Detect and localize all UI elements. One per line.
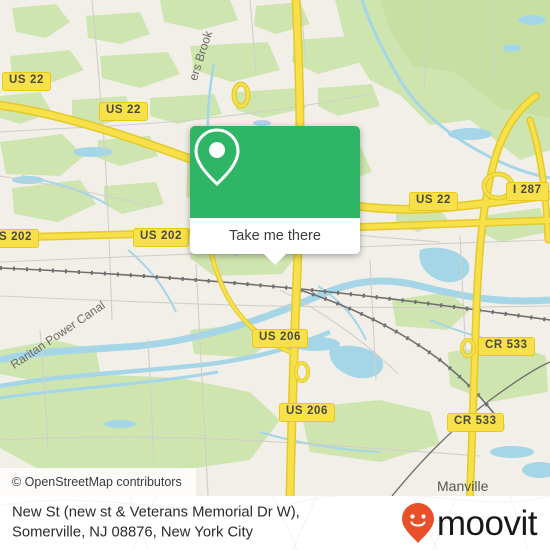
- road-shield: US 22: [2, 72, 51, 91]
- moovit-wordmark: moovit: [436, 503, 538, 543]
- road-shield: US 22: [409, 192, 458, 211]
- location-address: New St (new st & Veterans Memorial Dr W)…: [12, 503, 300, 544]
- popup-pointer-tail: [264, 254, 286, 265]
- road-shield: US 202: [133, 228, 189, 247]
- moovit-pin-icon: [401, 503, 434, 543]
- footer-bar: New St (new st & Veterans Memorial Dr W)…: [0, 496, 550, 550]
- osm-attribution[interactable]: © OpenStreetMap contributors: [0, 468, 196, 496]
- road-shield: US 206: [252, 329, 308, 348]
- road-shield: US 206: [279, 403, 335, 422]
- address-line-1: New St (new st & Veterans Memorial Dr W)…: [12, 504, 300, 521]
- address-line-2: Somerville, NJ 08876, New York City: [12, 525, 253, 541]
- road-shield: US 22: [99, 102, 148, 121]
- osm-attribution-text: © OpenStreetMap contributors: [12, 475, 182, 489]
- map-label-manville: Manville: [437, 478, 489, 494]
- take-me-there-label[interactable]: Take me there: [190, 218, 360, 254]
- popup-header: [190, 126, 360, 218]
- destination-popup-card[interactable]: Take me there: [190, 126, 360, 265]
- moovit-brand[interactable]: moovit: [401, 502, 538, 544]
- road-shield: I 287: [506, 182, 549, 201]
- map-canvas[interactable]: US 22 US 22 US 22 I 287 S 202 US 202 US …: [0, 0, 550, 496]
- road-shield: CR 533: [447, 413, 504, 432]
- road-shield: S 202: [0, 229, 40, 248]
- moovit-map-screenshot: US 22 US 22 US 22 I 287 S 202 US 202 US …: [0, 0, 550, 550]
- road-shield: CR 533: [478, 337, 535, 356]
- map-pin-icon: [194, 128, 240, 187]
